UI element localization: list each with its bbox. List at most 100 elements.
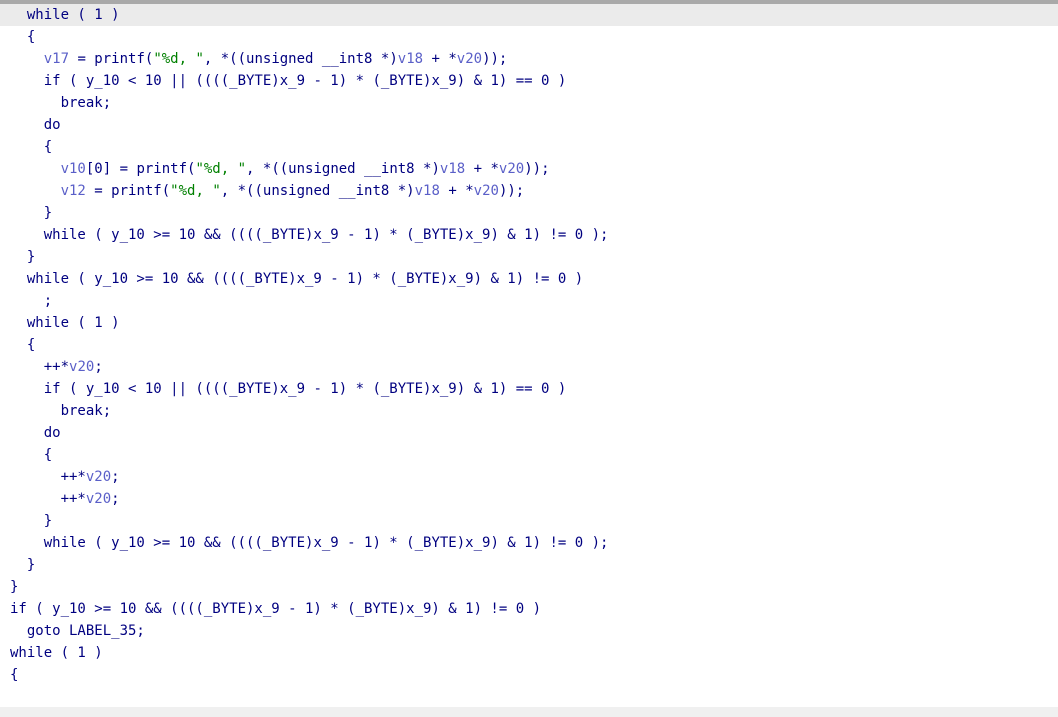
code-token: do xyxy=(43,425,61,441)
code-line[interactable]: } xyxy=(0,510,1058,532)
code-token: goto LABEL_35; xyxy=(26,623,145,639)
code-token: while ( y_10 >= 10 && ((((_BYTE)x_9 - 1)… xyxy=(43,535,609,551)
code-line[interactable]: } xyxy=(0,554,1058,576)
code-token: break; xyxy=(60,403,112,419)
code-token: while ( 1 ) xyxy=(10,645,103,661)
code-line[interactable]: goto LABEL_35; xyxy=(0,620,1058,642)
code-token: v20 xyxy=(85,491,112,507)
code-line[interactable]: while ( 1 ) xyxy=(0,312,1058,334)
code-token: } xyxy=(26,557,36,573)
code-line[interactable]: { xyxy=(0,26,1058,48)
code-token: , *((unsigned __int8 *) xyxy=(246,161,440,177)
code-line[interactable]: ++*v20; xyxy=(0,356,1058,378)
code-lines: while ( 1 ) { v17 = printf("%d, ", *((un… xyxy=(0,4,1058,686)
code-line[interactable]: ++*v20; xyxy=(0,466,1058,488)
code-token: { xyxy=(10,667,19,683)
code-line[interactable]: } xyxy=(0,576,1058,598)
code-token: , *((unsigned __int8 *) xyxy=(220,183,415,199)
code-token: v18 xyxy=(414,183,440,199)
code-line[interactable]: do xyxy=(0,114,1058,136)
code-token: } xyxy=(43,205,53,221)
code-token: ; xyxy=(111,469,120,485)
code-token: v20 xyxy=(498,161,525,177)
code-line[interactable]: v10[0] = printf("%d, ", *((unsigned __in… xyxy=(0,158,1058,180)
code-token: { xyxy=(26,337,36,353)
code-token: = printf( xyxy=(69,51,154,67)
code-token: [0] = printf( xyxy=(85,161,196,177)
code-token: "%d, " xyxy=(170,183,221,199)
code-line[interactable]: do xyxy=(0,422,1058,444)
code-line[interactable]: ; xyxy=(0,290,1058,312)
code-token: v20 xyxy=(473,183,499,199)
code-token: )); xyxy=(482,51,508,67)
code-token: ++* xyxy=(60,469,86,485)
code-token: if ( y_10 < 10 || ((((_BYTE)x_9 - 1) * (… xyxy=(43,73,567,89)
code-token: ++* xyxy=(43,359,70,375)
code-token: { xyxy=(43,447,53,463)
code-token: ++* xyxy=(60,491,86,507)
code-token: v10 xyxy=(60,161,86,177)
code-token: v20 xyxy=(85,469,112,485)
code-line[interactable]: while ( 1 ) xyxy=(0,4,1058,26)
code-line[interactable]: } xyxy=(0,202,1058,224)
code-token: ; xyxy=(43,293,53,309)
code-token: if ( y_10 >= 10 && ((((_BYTE)x_9 - 1) * … xyxy=(10,601,542,617)
code-line[interactable]: v12 = printf("%d, ", *((unsigned __int8 … xyxy=(0,180,1058,202)
code-token: + * xyxy=(423,51,457,67)
code-token: ; xyxy=(94,359,103,375)
code-token: )); xyxy=(498,183,525,199)
code-token: )); xyxy=(524,161,550,177)
code-line[interactable]: while ( y_10 >= 10 && ((((_BYTE)x_9 - 1)… xyxy=(0,224,1058,246)
code-token: while ( y_10 >= 10 && ((((_BYTE)x_9 - 1)… xyxy=(43,227,609,243)
code-line[interactable]: { xyxy=(0,664,1058,686)
pseudocode-view[interactable]: while ( 1 ) { v17 = printf("%d, ", *((un… xyxy=(0,0,1058,717)
code-line[interactable]: if ( y_10 >= 10 && ((((_BYTE)x_9 - 1) * … xyxy=(0,598,1058,620)
code-line[interactable]: break; xyxy=(0,400,1058,422)
code-token: v18 xyxy=(439,161,466,177)
code-line[interactable]: if ( y_10 < 10 || ((((_BYTE)x_9 - 1) * (… xyxy=(0,70,1058,92)
horizontal-scrollbar[interactable] xyxy=(0,707,1058,717)
code-line[interactable]: while ( 1 ) xyxy=(0,642,1058,664)
code-line[interactable]: { xyxy=(0,334,1058,356)
code-token: while ( 1 ) xyxy=(26,7,120,23)
code-line[interactable]: { xyxy=(0,136,1058,158)
code-token: break; xyxy=(60,95,112,111)
code-token: v18 xyxy=(397,51,424,67)
code-token: v20 xyxy=(456,51,483,67)
code-token: "%d, " xyxy=(195,161,247,177)
code-token: = printf( xyxy=(85,183,171,199)
code-line[interactable]: break; xyxy=(0,92,1058,114)
code-line[interactable]: while ( y_10 >= 10 && ((((_BYTE)x_9 - 1)… xyxy=(0,268,1058,290)
code-token: do xyxy=(43,117,61,133)
code-line[interactable]: while ( y_10 >= 10 && ((((_BYTE)x_9 - 1)… xyxy=(0,532,1058,554)
code-line[interactable]: if ( y_10 < 10 || ((((_BYTE)x_9 - 1) * (… xyxy=(0,378,1058,400)
code-line[interactable]: ++*v20; xyxy=(0,488,1058,510)
code-line[interactable]: } xyxy=(0,246,1058,268)
code-token: while ( 1 ) xyxy=(26,315,120,331)
code-token: } xyxy=(26,249,36,265)
code-line[interactable]: { xyxy=(0,444,1058,466)
code-token: } xyxy=(43,513,53,529)
code-line[interactable]: v17 = printf("%d, ", *((unsigned __int8 … xyxy=(0,48,1058,70)
